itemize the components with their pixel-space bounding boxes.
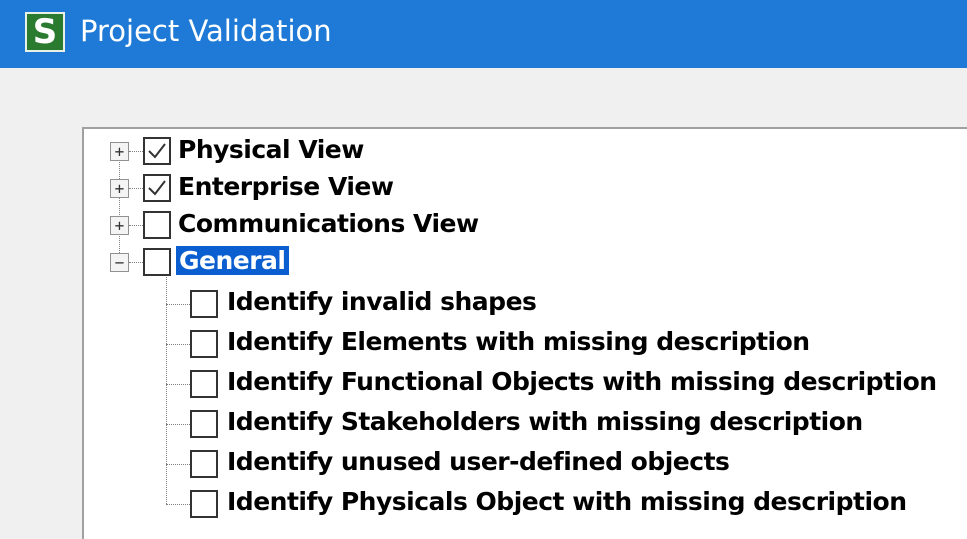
checkmark-icon [148,180,166,196]
tree-connector [129,151,143,152]
tree-root-connector [119,151,120,257]
communications-view-label[interactable]: Communications View [178,209,479,238]
identify-invalid-shapes-checkbox[interactable] [190,290,218,318]
tree-connector [129,225,143,226]
tree-connector [129,262,143,263]
checkmark-icon [148,143,166,159]
communications-view-checkbox[interactable] [143,211,171,239]
physical-view-label[interactable]: Physical View [178,135,364,164]
tree-connector [166,504,190,505]
title-bar[interactable]: S Project Validation [0,0,967,68]
identify-physicals-object-missing-description-checkbox[interactable] [190,490,218,518]
identify-stakeholders-missing-description-label[interactable]: Identify Stakeholders with missing descr… [227,407,863,436]
tree-connector [129,188,143,189]
identify-elements-missing-description-checkbox[interactable] [190,330,218,358]
general-label[interactable]: General [176,246,289,275]
physical-view-checkbox[interactable] [143,137,171,165]
expand-icon[interactable]: + [110,216,129,235]
dialog-body: + Physical View + Enterprise View + Comm… [0,68,967,539]
expand-icon[interactable]: + [110,142,129,161]
enterprise-view-checkbox[interactable] [143,174,171,202]
tree-connector [166,424,190,425]
collapse-icon[interactable]: − [110,253,129,272]
window-title: Project Validation [80,14,332,48]
tree-connector [166,304,190,305]
identify-functional-objects-missing-description-label[interactable]: Identify Functional Objects with missing… [227,367,937,396]
expand-icon[interactable]: + [110,179,129,198]
tree-connector [166,384,190,385]
identify-stakeholders-missing-description-checkbox[interactable] [190,410,218,438]
validation-tree[interactable]: + Physical View + Enterprise View + Comm… [82,127,967,539]
tree-connector [166,464,190,465]
app-icon: S [25,12,65,52]
identify-physicals-object-missing-description-label[interactable]: Identify Physicals Object with missing d… [227,487,907,516]
tree-connector [166,344,190,345]
identify-elements-missing-description-label[interactable]: Identify Elements with missing descripti… [227,327,810,356]
enterprise-view-label[interactable]: Enterprise View [178,172,394,201]
identify-functional-objects-missing-description-checkbox[interactable] [190,370,218,398]
identify-unused-user-defined-objects-checkbox[interactable] [190,450,218,478]
general-checkbox[interactable] [143,248,171,276]
tree-children-connector [166,277,167,504]
identify-invalid-shapes-label[interactable]: Identify invalid shapes [227,287,537,316]
identify-unused-user-defined-objects-label[interactable]: Identify unused user-defined objects [227,447,730,476]
